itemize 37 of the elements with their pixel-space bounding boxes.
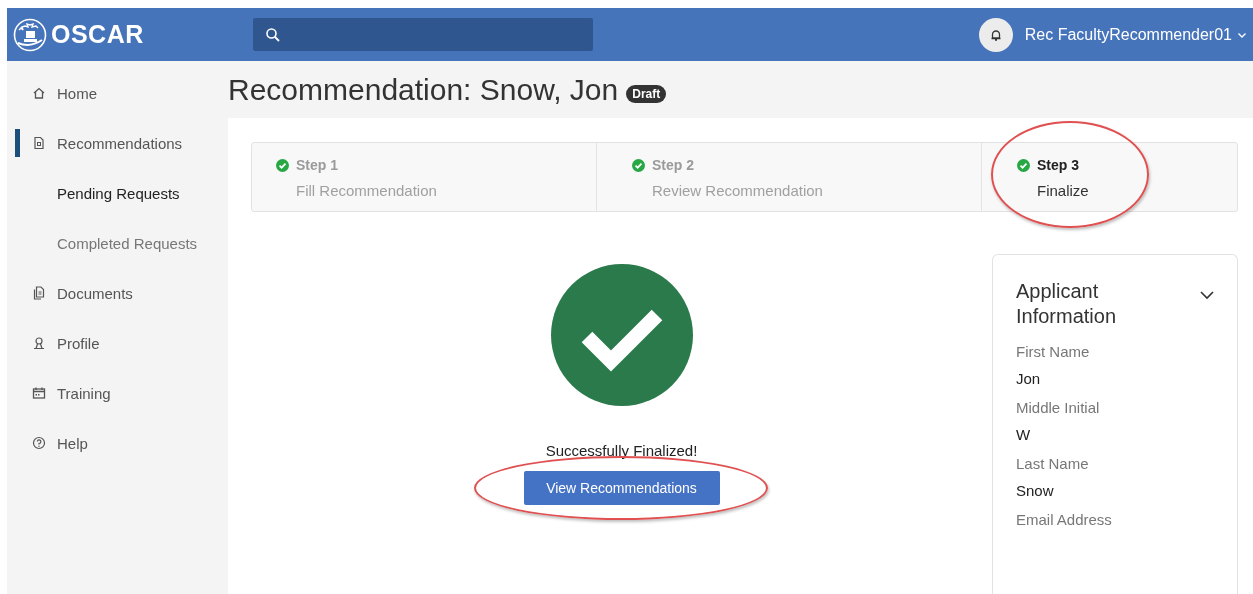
documents-icon <box>32 286 46 300</box>
page-title: Recommendation: Snow, Jon <box>228 72 619 107</box>
logo-text: OSCAR <box>51 20 144 49</box>
sidebar-item[interactable]: Training <box>7 368 228 418</box>
notifications-button[interactable] <box>978 17 1013 52</box>
sidebar-item[interactable]: Recommendations <box>7 118 228 168</box>
document-icon <box>32 136 46 150</box>
sidebar-subitem[interactable]: Completed Requests <box>7 218 228 268</box>
status-badge: Draft <box>626 84 667 103</box>
step-description: Fill Recommendation <box>296 182 438 199</box>
card-title: Applicant Information <box>1016 279 1118 329</box>
sidebar-item[interactable]: Help <box>7 418 228 468</box>
help-icon <box>32 436 46 450</box>
search-field[interactable] <box>253 18 593 51</box>
field-value: W <box>1016 426 1032 443</box>
person-icon <box>32 336 46 350</box>
sidebar-item[interactable]: Documents <box>7 268 228 318</box>
field-value: Snow <box>1016 482 1055 499</box>
field-label: First Name <box>1016 343 1091 360</box>
step-description: Finalize <box>1037 182 1090 199</box>
calendar-icon <box>32 386 46 400</box>
field-label: Last Name <box>1016 455 1090 472</box>
step-description: Review Recommendation <box>652 182 824 199</box>
step-label: Step 2 <box>652 157 694 173</box>
user-menu-button[interactable]: Rec FacultyRecommender01 <box>1024 25 1253 44</box>
sidebar-subitem[interactable]: Pending Requests <box>7 168 228 218</box>
success-message: Successfully Finalized! <box>545 442 698 459</box>
field-label: Email Address <box>1016 511 1113 528</box>
home-icon <box>32 86 46 100</box>
field-label: Middle Initial <box>1016 399 1101 416</box>
view-recommendations-button[interactable]: View Recommendations <box>523 471 720 505</box>
sidebar-item[interactable]: Home <box>7 68 228 118</box>
sidebar-item[interactable]: Profile <box>7 318 228 368</box>
step-label: Step 3 <box>1037 157 1079 173</box>
step-label: Step 1 <box>296 157 338 173</box>
search-icon <box>265 26 281 43</box>
field-value: Jon <box>1016 370 1042 387</box>
